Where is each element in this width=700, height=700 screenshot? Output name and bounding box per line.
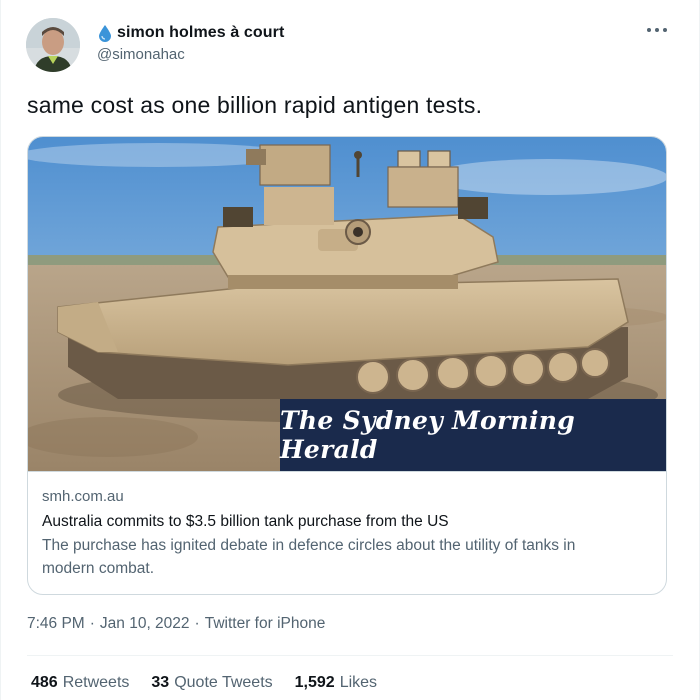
more-options-icon[interactable] xyxy=(647,26,667,34)
card-title: Australia commits to $3.5 billion tank p… xyxy=(42,513,449,530)
quote-tweets-count: 33 xyxy=(151,674,170,691)
divider xyxy=(27,655,673,656)
card-description-line-2: modern combat. xyxy=(42,560,154,577)
likes-label: Likes xyxy=(339,674,378,691)
tweet-timestamp-line: 7:46 PM · Jan 10, 2022 · Twitter for iPh… xyxy=(27,615,325,633)
quote-tweets-label: Quote Tweets xyxy=(174,674,273,691)
meta-separator: · xyxy=(194,615,200,632)
author-handle[interactable]: @simonahac xyxy=(97,46,185,63)
smh-logo-text: The Sydney Morning Herald xyxy=(280,406,576,464)
meta-separator: · xyxy=(89,615,95,632)
likes-count: 1,592 xyxy=(294,674,335,691)
avatar[interactable] xyxy=(26,18,80,72)
card-description-line-1: The purchase has ignited debate in defen… xyxy=(42,537,576,554)
tweet-date[interactable]: Jan 10, 2022 xyxy=(100,615,190,633)
avatar-image xyxy=(26,18,80,72)
tweet-source[interactable]: Twitter for iPhone xyxy=(205,615,326,633)
quote-tweets-stat[interactable]: 33 Quote Tweets xyxy=(151,674,272,692)
card-description: The purchase has ignited debate in defen… xyxy=(42,534,654,580)
card-meta[interactable]: smh.com.au Australia commits to $3.5 bil… xyxy=(28,471,666,594)
tweet-text: same cost as one billion rapid antigen t… xyxy=(27,92,483,118)
tweet-time[interactable]: 7:46 PM xyxy=(27,615,85,633)
retweets-label: Retweets xyxy=(62,674,130,691)
author-display-name[interactable]: simon holmes à court xyxy=(117,24,284,42)
retweets-count: 486 xyxy=(31,674,58,691)
link-preview-card[interactable]: The Sydney Morning Herald smh.com.au Aus… xyxy=(27,136,667,595)
author-name-row[interactable]: simon holmes à court xyxy=(97,22,284,44)
card-image[interactable]: The Sydney Morning Herald xyxy=(28,137,666,471)
smh-logo-banner: The Sydney Morning Herald xyxy=(280,399,666,471)
card-domain: smh.com.au xyxy=(42,488,124,505)
tweet-stats: 486 Retweets 33 Quote Tweets 1,592 Likes xyxy=(31,674,399,692)
likes-stat[interactable]: 1,592 Likes xyxy=(295,674,377,692)
water-drop-icon xyxy=(97,24,113,42)
tweet-container: simon holmes à court @simonahac same cos… xyxy=(0,0,700,700)
retweets-stat[interactable]: 486 Retweets xyxy=(31,674,129,692)
